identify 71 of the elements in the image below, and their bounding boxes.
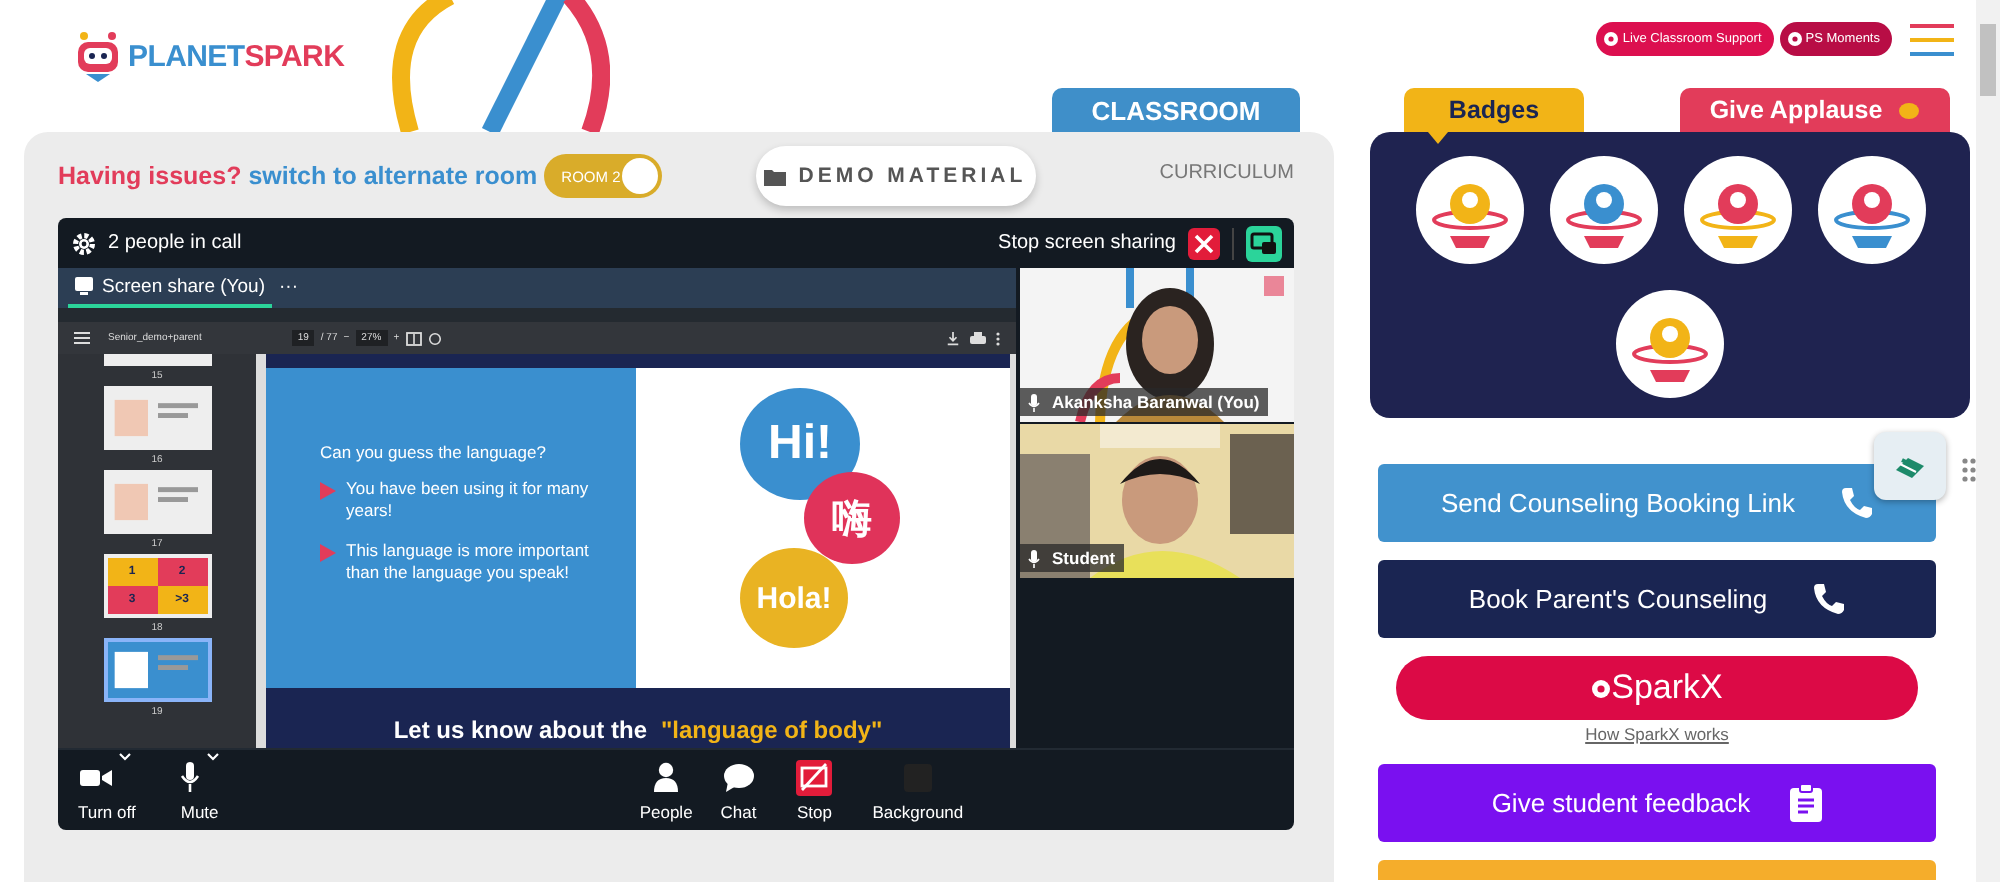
screen-share-tab[interactable]: Screen share (You) [68,268,272,308]
monitor-icon [74,276,94,296]
chevron-icon[interactable] [118,751,133,761]
triangle-bullet-icon [320,543,336,562]
slide-question: Can you guess the language? [320,442,548,462]
camera-icon [80,767,113,787]
call-control[interactable]: Background [872,759,964,821]
call-control[interactable]: Chat [720,759,757,821]
call-control[interactable]: Turn off [78,759,136,821]
triangle-bullet-icon [320,482,336,500]
rotate-icon[interactable] [427,331,442,345]
settings-icon[interactable] [72,231,96,255]
slide-bullet: This language is more important than the language you speak! [346,539,591,586]
tab-pointer [1428,132,1448,144]
floating-widget[interactable] [1874,432,1946,500]
badge-icon[interactable] [1616,290,1724,398]
circle-icon [1787,32,1802,46]
how-sparkx-works-link[interactable]: How SparkX works [1585,724,1729,744]
action-button[interactable]: Book Parent's Counseling [1378,560,1936,638]
stop-sharing-icon [796,759,833,795]
scrollbar[interactable] [1976,0,2000,882]
phone-icon [1839,486,1874,520]
badge-icon[interactable] [1415,156,1523,264]
badge-icon[interactable] [1817,156,1925,264]
person-icon [654,762,679,792]
call-control[interactable]: People [639,759,693,821]
menu-icon[interactable] [1910,24,1954,56]
drag-handle-icon[interactable] [1962,458,1976,482]
more-options[interactable]: ··· [279,268,299,304]
chevron-icon[interactable] [205,751,220,761]
sparkx-button[interactable]: SparkX [1396,656,1918,720]
circle-icon [1591,679,1610,697]
classroom-tab[interactable]: CLASSROOM [1052,88,1300,132]
fit-page-icon[interactable] [405,331,422,345]
phone-icon [1811,582,1846,616]
circle-icon [1604,32,1619,46]
logo-text: PLANETSPARK [128,39,345,73]
download-icon[interactable] [946,331,960,345]
stop-sharing-label: Stop screen sharing [998,232,1176,254]
speech-bubble: 嗨 [804,472,900,564]
screen-share-button[interactable] [1246,225,1282,261]
demo-material-button[interactable]: DEMO MATERIAL [755,146,1036,206]
call-control[interactable]: Stop [796,759,833,821]
participant-name: Student [1052,548,1116,568]
banner-text: Let us know about the "language of body" [393,716,883,744]
panel-tab[interactable]: Give Applause [1680,88,1950,132]
curriculum-tab[interactable]: CURRICULUM [1159,162,1294,184]
participant-name: Akanksha Baranwal (You) [1052,392,1260,412]
robot-logo-icon [74,30,122,82]
chat-icon [723,763,754,791]
microphone-icon [1028,549,1040,567]
clipboard-icon [1790,784,1823,822]
badge-icon[interactable] [1683,156,1791,264]
print-icon[interactable] [970,331,986,345]
folder-icon [764,167,787,185]
page-thumbnail[interactable] [103,386,211,450]
slide-bullet: You have been using it for many years! [346,478,591,524]
speech-bubble: Hola! [740,548,848,648]
feedback-button[interactable]: Give student feedback [1378,764,1936,842]
microphone-icon [1028,393,1040,411]
badge-icon[interactable] [1549,156,1657,264]
books-icon [1894,452,1926,480]
call-control[interactable]: Mute [179,759,220,821]
menu-icon[interactable] [74,332,90,344]
people-count: 2 people in call [108,232,242,254]
page-thumbnail[interactable] [103,470,211,534]
page-thumbnail[interactable] [103,638,211,702]
issue-notice: Having issues? switch to alternate room [58,162,538,190]
microphone-icon [179,762,200,792]
close-button[interactable] [1188,227,1220,259]
speech-bubble: Hi! [740,388,860,500]
